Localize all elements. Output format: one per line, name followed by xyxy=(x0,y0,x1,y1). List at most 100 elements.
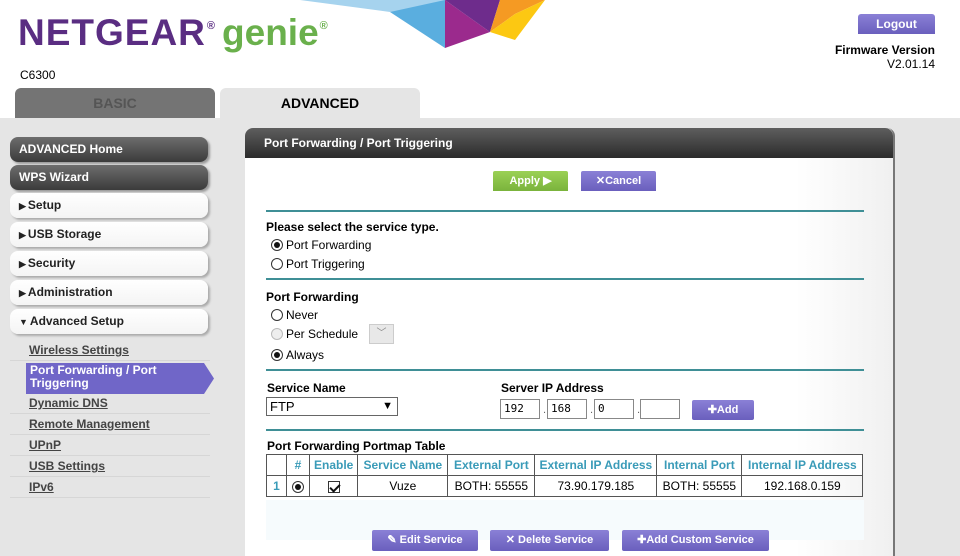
sidebar-item-security[interactable]: ▶ Security xyxy=(10,251,208,276)
subnav-upnp[interactable]: UPnP xyxy=(10,435,210,456)
brand-name: NETGEAR xyxy=(18,12,206,53)
firmware-label: Firmware Version xyxy=(834,43,935,57)
cell-external-port: BOTH: 55555 xyxy=(447,475,536,497)
sidebar-item-setup[interactable]: ▶ Setup xyxy=(10,193,208,218)
radio-label: Port Triggering xyxy=(286,257,365,271)
schedule-dropdown[interactable]: ﹀ xyxy=(369,324,394,344)
sidebar-item-advanced-setup[interactable]: ▼ Advanced Setup xyxy=(10,309,208,334)
edit-service-button[interactable]: ✎ Edit Service xyxy=(372,530,478,551)
radio-button[interactable] xyxy=(271,258,283,270)
tab-basic[interactable]: BASIC xyxy=(15,88,215,118)
chevron-down-icon: ﹀ xyxy=(376,328,387,339)
close-icon: ✕ xyxy=(505,534,519,546)
radio-always[interactable]: Always xyxy=(271,348,324,362)
tab-advanced[interactable]: ADVANCED xyxy=(220,88,420,118)
ip-octet-1-input[interactable]: 192 xyxy=(500,399,540,419)
subnav-usb-settings[interactable]: USB Settings xyxy=(10,456,210,477)
decorative-logo-shapes xyxy=(300,0,545,48)
subnav-dynamic-dns[interactable]: Dynamic DNS xyxy=(10,393,210,414)
radio-label: Never xyxy=(286,308,319,322)
subnav-link[interactable]: USB Settings xyxy=(29,459,105,473)
radio-label: Port Forwarding xyxy=(286,238,372,252)
collapse-arrow-icon: ▼ xyxy=(19,317,28,327)
pencil-icon: ✎ xyxy=(387,534,400,546)
port-forwarding-label: Port Forwarding xyxy=(266,290,359,304)
expand-arrow-icon: ▶ xyxy=(19,288,26,298)
main-panel: Port Forwarding / Port Triggering Apply … xyxy=(245,128,895,556)
close-icon: ✕ xyxy=(595,175,606,187)
radio-port-triggering[interactable]: Port Triggering xyxy=(271,257,365,271)
sidebar-item-usb-storage[interactable]: ▶ USB Storage xyxy=(10,222,208,247)
portmap-table: # Enable Service Name External Port Exte… xyxy=(266,454,864,497)
add-custom-service-button[interactable]: ✚Add Custom Service xyxy=(622,530,769,551)
col-header-number: # xyxy=(286,454,310,476)
row-select-radio[interactable] xyxy=(292,480,304,493)
row-select-cell[interactable] xyxy=(286,475,310,497)
radio-never[interactable]: Never xyxy=(271,308,318,322)
ip-octet-4-input[interactable] xyxy=(640,399,680,419)
sidebar-item-label: Setup xyxy=(27,198,62,212)
ip-separator: . xyxy=(590,404,594,416)
delete-service-button[interactable]: ✕ Delete Service xyxy=(490,530,609,551)
section-divider xyxy=(266,369,864,371)
row-index: 1 xyxy=(266,475,287,497)
radio-button[interactable] xyxy=(271,328,283,340)
subnav-link[interactable]: UPnP xyxy=(29,438,61,452)
expand-arrow-icon: ▶ xyxy=(19,230,26,240)
service-type-label: Please select the service type. xyxy=(266,220,439,234)
radio-port-forwarding[interactable]: Port Forwarding xyxy=(271,238,371,252)
enable-checkbox[interactable] xyxy=(327,480,340,493)
ip-octet-3-input[interactable]: 0 xyxy=(594,399,634,419)
subnav-link[interactable]: Dynamic DNS xyxy=(29,396,108,410)
expand-arrow-icon: ▶ xyxy=(19,259,26,269)
col-header-enable: Enable xyxy=(308,454,359,476)
sidebar-item-label: Advanced Setup xyxy=(29,314,124,328)
cell-internal-port: BOTH: 55555 xyxy=(656,475,743,497)
sidebar-item-label: Administration xyxy=(27,285,113,299)
subnav-link[interactable]: Wireless Settings xyxy=(29,343,129,357)
radio-button[interactable] xyxy=(271,349,283,361)
col-header-internal-port: Internal Port xyxy=(656,454,743,476)
registered-mark: ® xyxy=(206,20,217,32)
add-button[interactable]: ✚Add xyxy=(692,400,754,420)
sidebar-item-wps-wizard[interactable]: WPS Wizard xyxy=(10,165,208,190)
section-divider xyxy=(266,429,864,431)
add-label: Add xyxy=(716,404,739,416)
row-enable-cell[interactable] xyxy=(308,475,359,497)
apply-button[interactable]: Apply ▶ xyxy=(493,171,568,191)
edit-service-label: Edit Service xyxy=(399,534,463,546)
cell-service-name: Vuze xyxy=(357,475,449,497)
table-header-row: # Enable Service Name External Port Exte… xyxy=(266,454,864,476)
section-divider xyxy=(266,210,864,212)
logout-button[interactable]: Logout xyxy=(858,14,935,34)
subnav-link[interactable]: Remote Management xyxy=(29,417,150,431)
sidebar-item-administration[interactable]: ▶ Administration xyxy=(10,280,208,305)
subnav-wireless-settings[interactable]: Wireless Settings xyxy=(10,340,210,361)
subnav-link[interactable]: Port Forwarding / Port Triggering xyxy=(30,364,200,390)
expand-arrow-icon: ▶ xyxy=(19,201,26,211)
subnav-link[interactable]: IPv6 xyxy=(29,480,54,494)
table-row[interactable]: 1 Vuze BOTH: 55555 73.90.179.185 BOTH: 5… xyxy=(266,475,864,497)
panel-title: Port Forwarding / Port Triggering xyxy=(245,128,893,158)
radio-label: Per Schedule xyxy=(286,327,359,341)
col-header xyxy=(266,454,287,476)
subnav-ipv6[interactable]: IPv6 xyxy=(10,477,210,498)
col-header-external-ip: External IP Address xyxy=(534,454,658,476)
col-header-service-name: Service Name xyxy=(357,454,449,476)
radio-button[interactable] xyxy=(271,239,283,251)
plus-icon: ✚ xyxy=(707,404,717,416)
subnav-remote-management[interactable]: Remote Management xyxy=(10,414,210,435)
server-ip-label: Server IP Address xyxy=(501,381,604,395)
sidebar-item-label: Security xyxy=(27,256,76,270)
cancel-button[interactable]: ✕Cancel xyxy=(581,171,656,191)
section-divider xyxy=(266,278,864,280)
ip-octet-2-input[interactable]: 168 xyxy=(547,399,587,419)
radio-per-schedule[interactable]: Per Schedule xyxy=(271,327,358,341)
portmap-table-title: Port Forwarding Portmap Table xyxy=(267,439,446,453)
radio-button[interactable] xyxy=(271,309,283,321)
netgear-genie-logo: NETGEAR® genie® xyxy=(18,12,329,54)
service-name-select[interactable]: FTP ▼ xyxy=(266,397,398,416)
sidebar-item-advanced-home[interactable]: ADVANCED Home xyxy=(10,137,208,162)
selected-service: FTP xyxy=(270,399,295,414)
subnav-port-forwarding-active[interactable]: Port Forwarding / Port Triggering xyxy=(26,363,214,394)
